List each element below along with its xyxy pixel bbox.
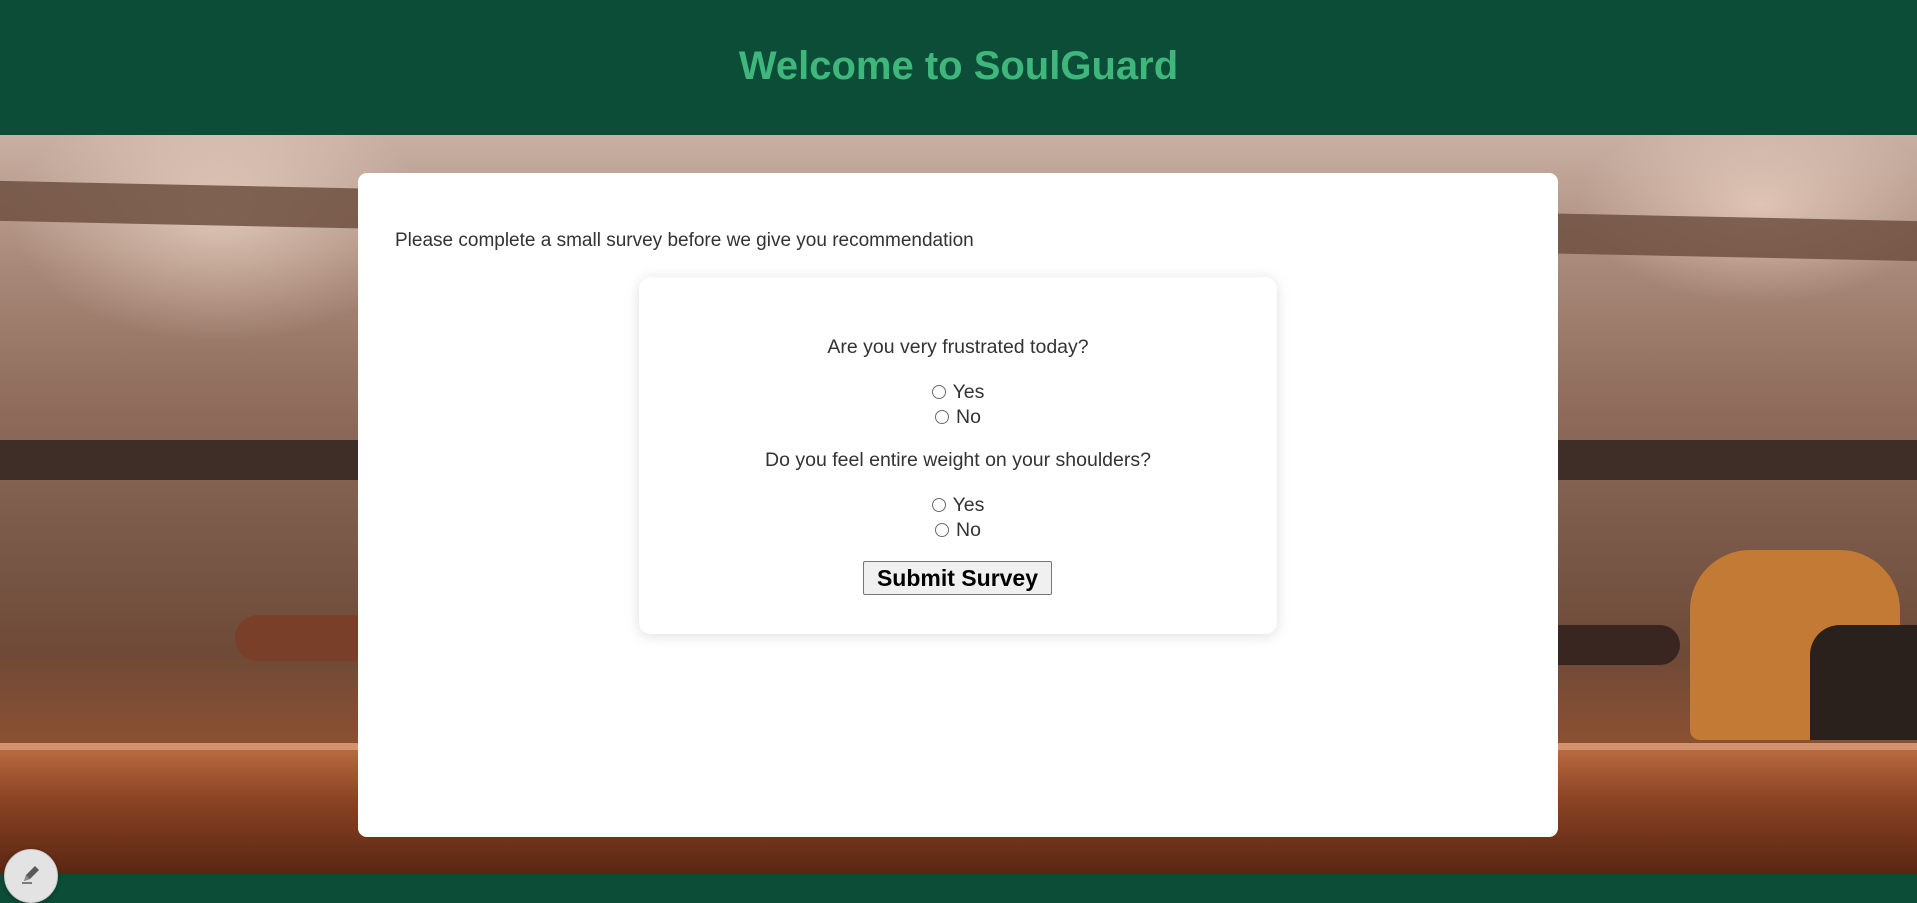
- survey-form: Are you very frustrated today? Yes No Do…: [639, 277, 1277, 634]
- background-hand-right: [1540, 625, 1680, 665]
- page-header: Welcome to SoulGuard: [0, 0, 1917, 135]
- page-footer: [0, 874, 1917, 903]
- option-label: Yes: [952, 494, 985, 516]
- page-title: Welcome to SoulGuard: [738, 44, 1179, 88]
- radio-weight-yes[interactable]: [931, 497, 946, 512]
- option-weight-no[interactable]: No: [639, 519, 1277, 542]
- background-bag-shadow: [1810, 625, 1917, 740]
- option-label: No: [956, 406, 981, 428]
- intro-text: Please complete a small survey before we…: [395, 230, 974, 251]
- main-card: Please complete a small survey before we…: [358, 173, 1558, 837]
- floating-edit-button[interactable]: [4, 849, 58, 903]
- radio-frustrated-yes[interactable]: [931, 384, 946, 399]
- question-weight: Do you feel entire weight on your should…: [765, 449, 1151, 471]
- submit-survey-button[interactable]: Submit Survey: [863, 561, 1052, 595]
- option-frustrated-no[interactable]: No: [639, 406, 1277, 429]
- background-hand-left: [235, 615, 365, 661]
- question-frustrated: Are you very frustrated today?: [827, 336, 1089, 358]
- option-frustrated-yes[interactable]: Yes: [639, 381, 1277, 404]
- option-label: No: [956, 519, 981, 541]
- pen-icon: [20, 863, 42, 890]
- option-weight-yes[interactable]: Yes: [639, 494, 1277, 517]
- option-label: Yes: [952, 381, 985, 403]
- radio-weight-no[interactable]: [935, 522, 950, 537]
- radio-frustrated-no[interactable]: [935, 409, 950, 424]
